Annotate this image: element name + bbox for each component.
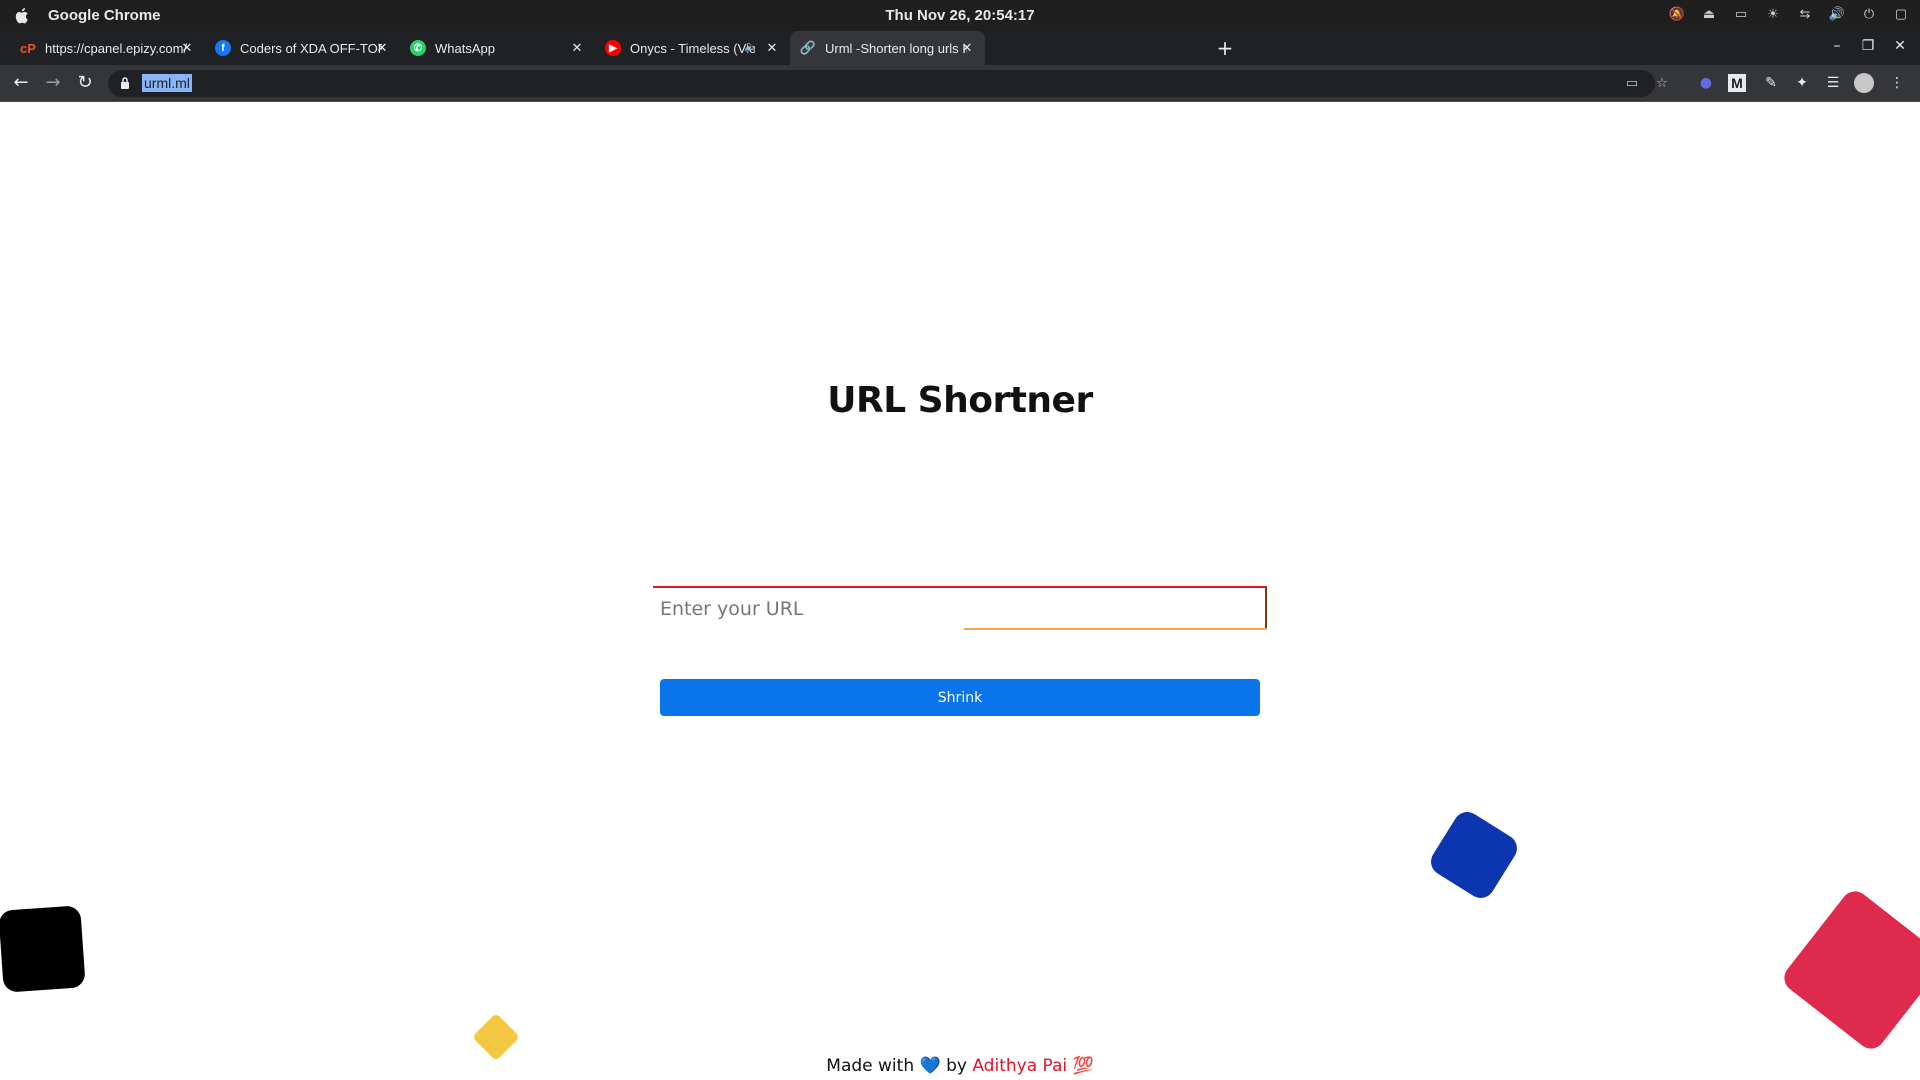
close-icon[interactable]: ✕ — [179, 40, 195, 56]
tab-cpanel[interactable]: cP https://cpanel.epizy.com/panel ✕ — [10, 31, 205, 65]
profile-avatar[interactable] — [1854, 73, 1874, 93]
cast-icon[interactable]: ▭ — [1623, 75, 1641, 93]
hundred-points-icon: 💯 — [1072, 1056, 1094, 1076]
tab-urml[interactable]: 🔗 Urml -Shorten long urls Instantly ✕ — [790, 31, 985, 65]
decorative-yellow-square — [471, 1012, 521, 1062]
address-bar[interactable]: urml.ml ▭ ☆ — [108, 70, 1668, 97]
tab-title: WhatsApp — [435, 40, 495, 56]
youtube-music-icon: ▶ — [605, 40, 621, 56]
browser-toolbar: ← → ↻ urml.ml ▭ ☆ — [0, 65, 1920, 102]
tab-title: Coders of XDA OFF-TOPIC GROUP — [240, 40, 382, 56]
heart-icon: 💙 — [919, 1056, 941, 1076]
address-url[interactable]: urml.ml — [142, 74, 192, 92]
close-icon[interactable]: ✕ — [374, 40, 390, 56]
url-input[interactable] — [653, 586, 1267, 630]
network-icon[interactable]: ⇆ — [1796, 5, 1814, 23]
decorative-blue-square — [1425, 806, 1523, 904]
footer-by: by — [946, 1056, 967, 1076]
back-arrow-icon[interactable]: ← — [10, 72, 32, 94]
extension-shield-icon[interactable]: ● — [1695, 72, 1717, 94]
restore-icon[interactable]: ❐ — [1858, 38, 1878, 58]
tab-youtube-music[interactable]: ▶ Onycs - Timeless (Vlog No 🔈 ✕ — [595, 31, 790, 65]
whatsapp-icon: ✆ — [410, 40, 426, 56]
os-menu-bar: Google Chrome Thu Nov 26, 20:54:17 🔕 ⏏ ▭… — [0, 0, 1920, 31]
footer: Made with 💙 by Adithya Pai 💯 — [0, 1056, 1920, 1076]
display-icon[interactable]: ▭ — [1732, 5, 1750, 23]
notifications-muted-icon[interactable]: 🔕 — [1668, 5, 1686, 23]
tab-facebook[interactable]: f Coders of XDA OFF-TOPIC GROUP ✕ — [205, 31, 400, 65]
close-icon[interactable]: ✕ — [959, 40, 975, 56]
decorative-red-square — [1778, 885, 1920, 1055]
eject-icon[interactable]: ⏏ — [1700, 5, 1718, 23]
tab-whatsapp[interactable]: ✆ WhatsApp ✕ — [400, 31, 595, 65]
window-close-icon[interactable]: ✕ — [1890, 38, 1910, 58]
tab-title: https://cpanel.epizy.com/panel — [45, 40, 187, 56]
clock[interactable]: Thu Nov 26, 20:54:17 — [0, 7, 1920, 24]
tab-title: Onycs - Timeless (Vlog No — [630, 40, 755, 56]
system-tray: 🔕 ⏏ ▭ ☀ ⇆ 🔊 ⏻ ▢ — [1668, 5, 1910, 23]
bookmark-star-icon[interactable]: ☆ — [1653, 75, 1671, 93]
brightness-icon[interactable]: ☀ — [1764, 5, 1782, 23]
power-icon[interactable]: ⏻ — [1860, 5, 1878, 23]
forward-arrow-icon[interactable]: → — [42, 72, 64, 94]
volume-icon[interactable]: 🔊 — [1828, 5, 1846, 23]
decorative-black-square — [0, 905, 86, 993]
tab-title: Urml -Shorten long urls Instantly — [825, 40, 967, 56]
screen-icon[interactable]: ▢ — [1892, 5, 1910, 23]
minimize-icon[interactable]: – — [1827, 38, 1847, 58]
m-extension-icon[interactable]: M — [1728, 74, 1746, 92]
author-link[interactable]: Adithya Pai — [972, 1056, 1067, 1076]
close-icon[interactable]: ✕ — [569, 40, 585, 56]
eyedropper-extension-icon[interactable]: ✎ — [1760, 72, 1782, 94]
new-tab-button[interactable]: + — [1212, 36, 1238, 62]
shrink-button[interactable]: Shrink — [660, 679, 1260, 716]
kebab-menu-icon[interactable]: ⋮ — [1886, 72, 1908, 94]
cpanel-icon: cP — [20, 40, 36, 56]
input-underline — [964, 628, 1267, 630]
puzzle-extensions-icon[interactable]: ✦ — [1791, 72, 1813, 94]
page-title: URL Shortner — [827, 380, 1093, 421]
tab-strip: cP https://cpanel.epizy.com/panel ✕ f Co… — [0, 31, 1920, 65]
close-icon[interactable]: ✕ — [764, 40, 780, 56]
footer-prefix: Made with — [826, 1056, 915, 1076]
facebook-icon: f — [215, 40, 231, 56]
link-icon: 🔗 — [799, 40, 817, 55]
lock-icon — [121, 77, 129, 89]
speaker-muted-icon[interactable]: 🔈 — [744, 40, 758, 53]
media-queue-icon[interactable]: ☰ — [1822, 72, 1844, 94]
page-content: URL Shortner Shrink Made with 💙 by Adith… — [0, 102, 1920, 1080]
reload-icon[interactable]: ↻ — [74, 72, 96, 94]
